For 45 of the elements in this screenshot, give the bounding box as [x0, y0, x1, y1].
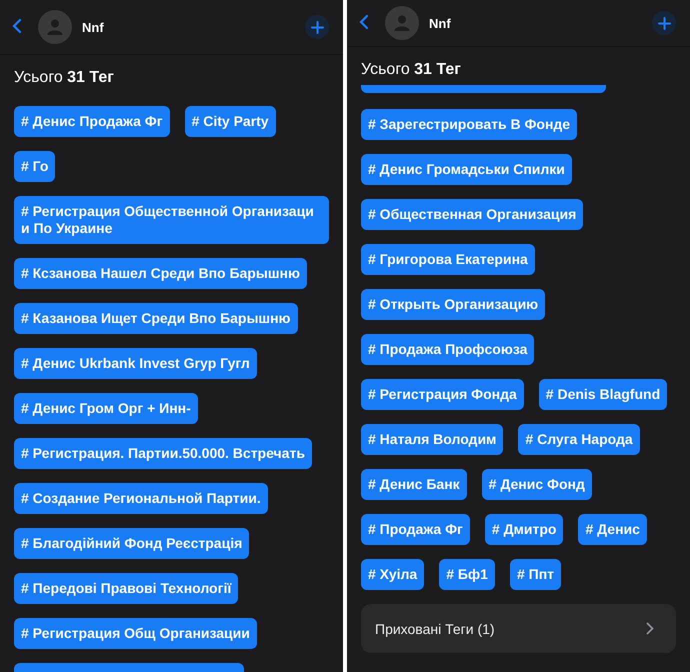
tag-chip[interactable]: # Создание Региональной Партии. [14, 483, 268, 514]
tag-chip[interactable]: # Хуіла [361, 559, 424, 590]
tag-chip[interactable]: # Денис Громадськи Спилки [361, 154, 572, 185]
person-icon [393, 14, 411, 32]
tag-chip[interactable]: # Наталя Володим [361, 424, 504, 455]
tag-chip[interactable]: # Го [14, 151, 56, 182]
tag-chip[interactable]: # Денис Гром Орг + Инн- [14, 393, 198, 424]
add-button[interactable] [652, 11, 676, 35]
tag-count-title: Усього 31 Тег [14, 69, 114, 86]
hidden-tags-row[interactable]: Приховані Теги (1) [361, 604, 676, 653]
tag-chip[interactable]: # Бф1 [439, 559, 495, 590]
tag-chip[interactable]: # Денис Банк [361, 469, 467, 500]
tag-chip[interactable]: # Слуга Народа [518, 424, 640, 455]
contact-name: Nnf [82, 20, 105, 34]
tag-chip[interactable]: # Благодійний Фонд Реєстрація [14, 528, 250, 559]
contact-name: Nnf [429, 16, 452, 30]
add-button[interactable] [305, 15, 329, 39]
tag-chip[interactable]: # Передові Правові Технології [14, 573, 238, 604]
tag-count-title: Усього 31 Тег [361, 61, 461, 78]
plus-icon [658, 16, 670, 30]
tag-chip[interactable]: # Продажа Профсоюза [361, 334, 534, 365]
tag-chip[interactable]: # Дмитро [484, 514, 564, 545]
tag-chip[interactable]: # Регистрация. Партии.50.000. Встречать [14, 438, 312, 469]
tag-chip[interactable]: # Регистрация Общественной Организаци и По Украине [14, 196, 329, 244]
tag-chip[interactable]: # Denis Blagfund [538, 379, 668, 410]
tag-chip[interactable]: # Ксзанова Нашел Среди Впо Барышню [14, 258, 307, 289]
tag-chip[interactable]: # Продажа Фг [361, 514, 470, 545]
tag-chip[interactable]: # Общественная Организация [361, 199, 584, 230]
plus-icon [310, 20, 324, 34]
chevron-icon [646, 622, 654, 635]
tag-chip[interactable]: # Открыть Организацию [361, 289, 546, 320]
tag-chip[interactable]: # Казанова Ищет Среди Впо Барышню [14, 303, 298, 334]
tag-chip[interactable]: # Денис Фонд [482, 469, 592, 500]
back-icon [12, 18, 22, 34]
tag-chip[interactable]: # Регистрация Общ Организации [14, 618, 257, 649]
tag-chip[interactable]: # City Party [184, 106, 276, 137]
back-icon [359, 14, 369, 30]
tag-chip[interactable]: # Денис Ukrbank Invest Gryp Гугл [14, 348, 257, 379]
tag-chip[interactable]: # Зарегестрировать В Фонде [361, 109, 578, 140]
tag-chip[interactable]: # Денис Продажа Фг [14, 106, 170, 137]
person-icon [46, 18, 64, 36]
tag-chip[interactable]: # Денис [578, 514, 647, 545]
tag-chip[interactable]: # Григорова Екатерина [361, 244, 535, 275]
tag-chip[interactable]: # Регистрация Фонда [361, 379, 524, 410]
tag-chip[interactable]: # Ппт [510, 559, 562, 590]
